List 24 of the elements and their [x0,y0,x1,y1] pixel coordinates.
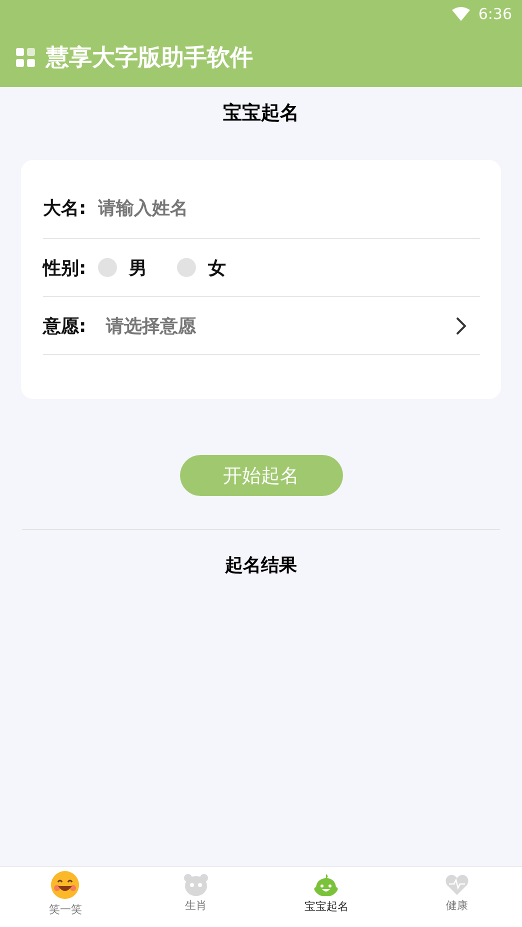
nav-tab[interactable]: 笑一笑 [0,867,130,927]
radio-label[interactable]: 男 [129,256,148,280]
app-title: 慧享大字版助手软件 [46,44,253,73]
panda-icon [184,874,208,896]
radio-button[interactable] [177,258,196,277]
field-label: 性别: [43,256,86,280]
radio-label[interactable]: 女 [208,256,226,280]
field-label: 大名: [43,197,86,220]
radio-button[interactable] [98,258,118,277]
status-time: 6:36 [478,5,512,23]
result-title: 起名结果 [224,554,298,577]
chevron-right-icon [456,316,466,334]
field-label: 意愿: [43,314,86,338]
baby-face-icon [313,873,340,897]
grid-icon[interactable] [16,48,36,68]
heartbeat-icon [444,874,469,896]
wish-select-field[interactable]: 请选择意愿 [98,297,480,354]
page-title: 宝宝起名 [222,101,300,126]
nav-tab[interactable]: 健康 [392,867,522,927]
wifi-icon [452,7,470,21]
name-input-field[interactable]: 请输入姓名 [98,198,298,218]
smiley-icon [50,870,80,900]
nav-tab[interactable]: 宝宝起名 [261,867,392,927]
nav-tab[interactable]: 生肖 [130,867,261,927]
